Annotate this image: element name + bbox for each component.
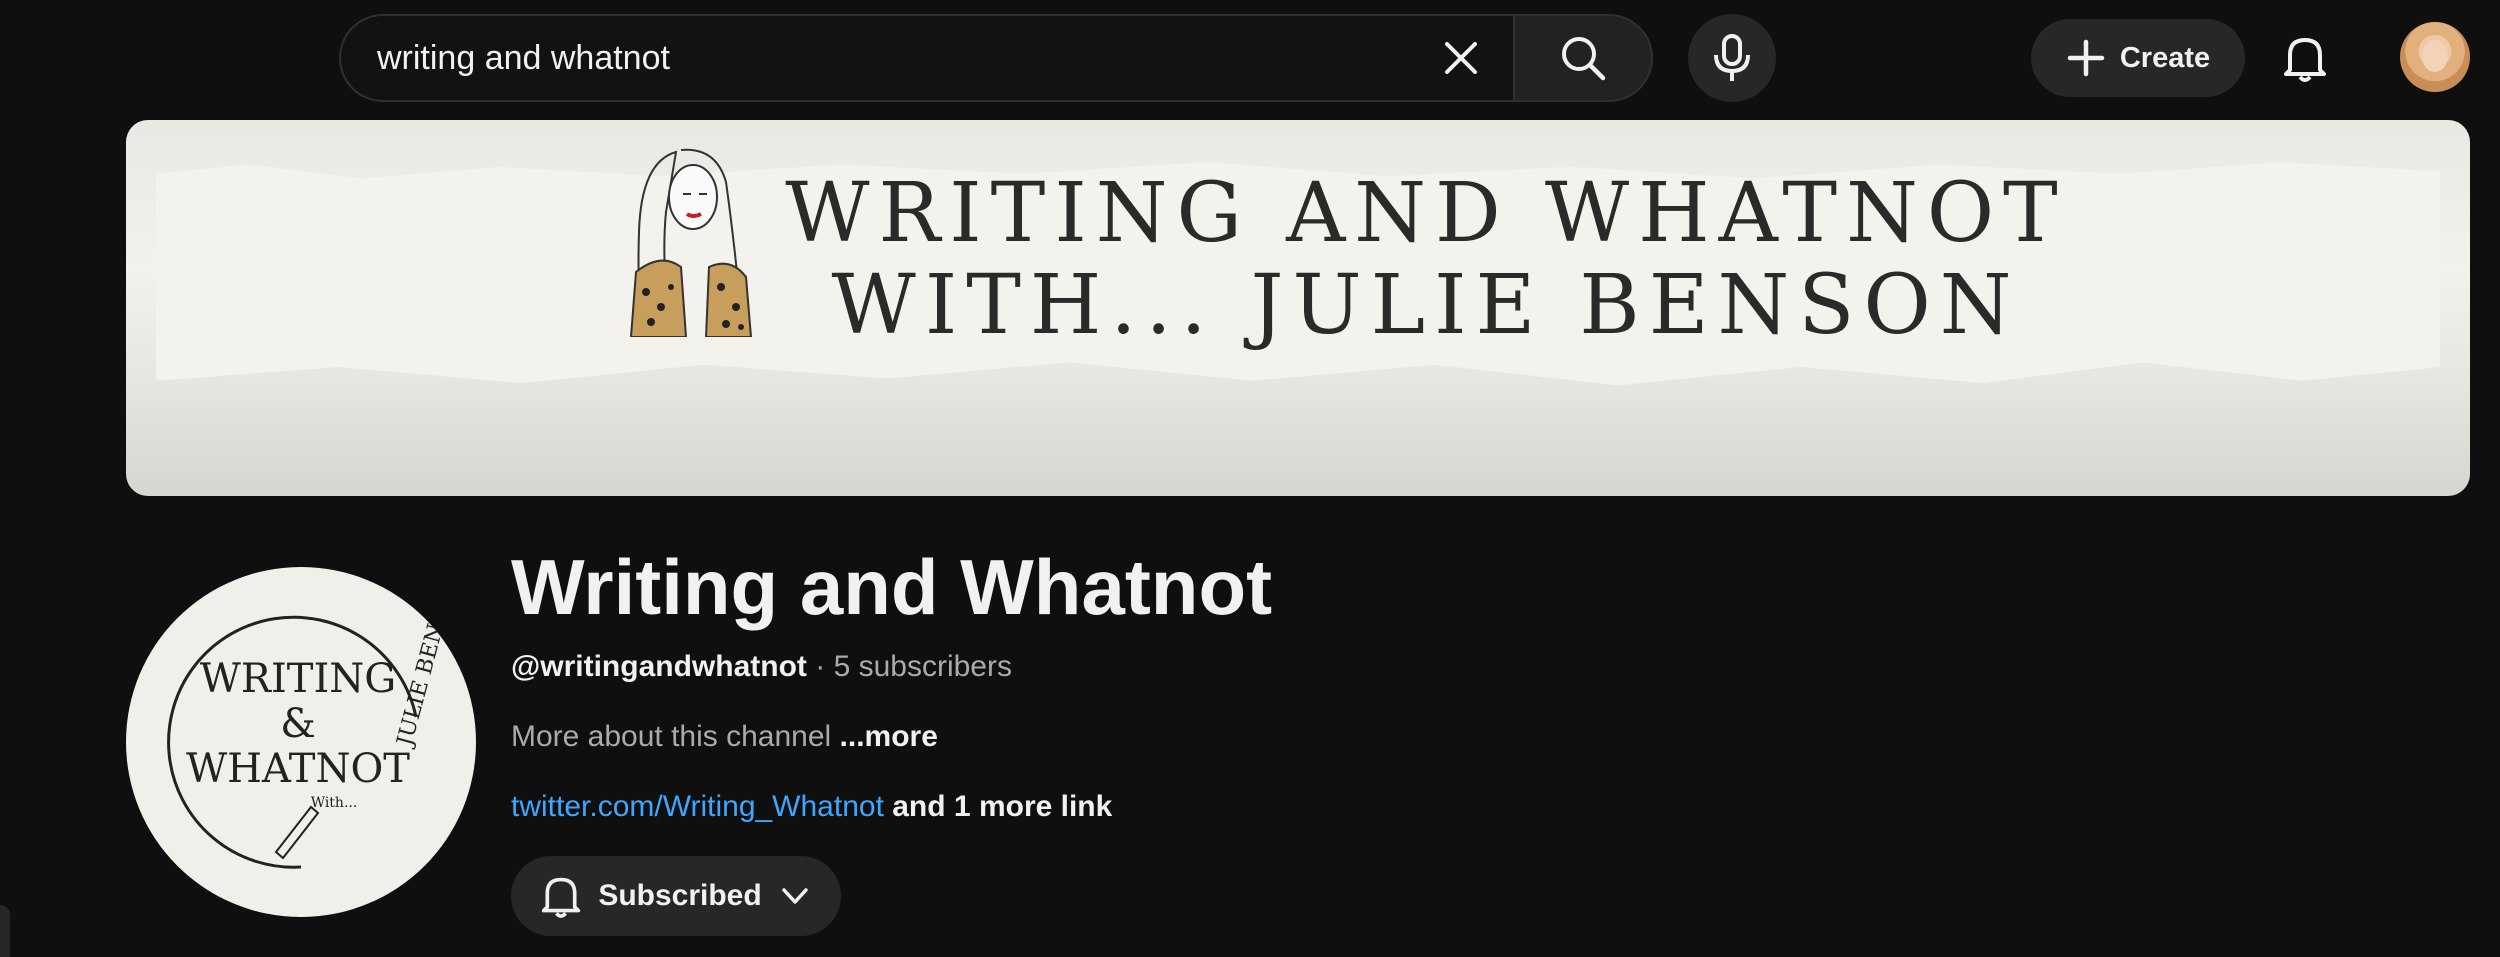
create-button[interactable]: Create (2031, 19, 2245, 97)
twitter-link[interactable]: twitter.com/Writing_Whatnot (511, 790, 884, 823)
subscriber-count: 5 subscribers (833, 650, 1012, 683)
more-links-link[interactable]: and 1 more link (892, 790, 1112, 823)
channel-logo[interactable]: WRITING & WHATNOT With... JULIE BENSON (126, 567, 476, 917)
search-icon (1562, 37, 1606, 81)
logo-line1: WRITING (200, 656, 396, 702)
banner-title-line2: WITH... JULIE BENSON (831, 258, 2021, 353)
search-query-text[interactable]: writing and whatnot (377, 39, 1421, 78)
subscribed-label: Subscribed (598, 879, 762, 912)
channel-meta: @writingandwhatnot · 5 subscribers (511, 650, 1012, 684)
channel-handle: @writingandwhatnot (511, 650, 807, 683)
channel-title: Writing and Whatnot (511, 543, 1273, 631)
create-label: Create (2119, 41, 2211, 74)
about-text: More about this channel (511, 720, 832, 753)
account-avatar[interactable] (2400, 22, 2470, 92)
notifications-button[interactable] (2265, 18, 2345, 98)
search-input[interactable]: writing and whatnot (339, 14, 1513, 102)
avatar-face (2422, 40, 2448, 72)
close-icon (1445, 42, 1477, 74)
bell-icon (2284, 38, 2326, 82)
bell-icon (542, 877, 581, 918)
subscribed-button[interactable]: Subscribed (511, 856, 841, 936)
search-button[interactable] (1513, 14, 1653, 102)
plus-icon (2067, 39, 2105, 77)
banner-title-line1: WRITING AND WHATNOT (785, 166, 2067, 261)
channel-about[interactable]: More about this channel ...more (511, 720, 938, 754)
youtube-channel-page: writing and whatnot Create WRITING AND W… (0, 0, 2500, 957)
channel-links: twitter.com/Writing_Whatnot and 1 more l… (511, 790, 1112, 824)
chevron-down-icon (781, 888, 808, 904)
about-more-link[interactable]: ...more (840, 720, 938, 753)
logo-line3: WHATNOT (186, 746, 410, 792)
logo-with: With... (311, 795, 358, 811)
banner-title: WRITING AND WHATNOT WITH... JULIE BENSON (726, 168, 2126, 352)
meta-separator: · (815, 650, 826, 683)
channel-logo-art: WRITING & WHATNOT With... JULIE BENSON (167, 571, 463, 869)
microphone-icon (1714, 34, 1750, 81)
channel-banner: WRITING AND WHATNOT WITH... JULIE BENSON (126, 120, 2470, 496)
logo-arc-text: JULIE BENSON (392, 571, 463, 751)
voice-search-button[interactable] (1688, 14, 1776, 102)
sidebar-edge[interactable] (0, 905, 10, 957)
clear-search-button[interactable] (1421, 18, 1501, 98)
logo-line2: & (280, 701, 316, 747)
